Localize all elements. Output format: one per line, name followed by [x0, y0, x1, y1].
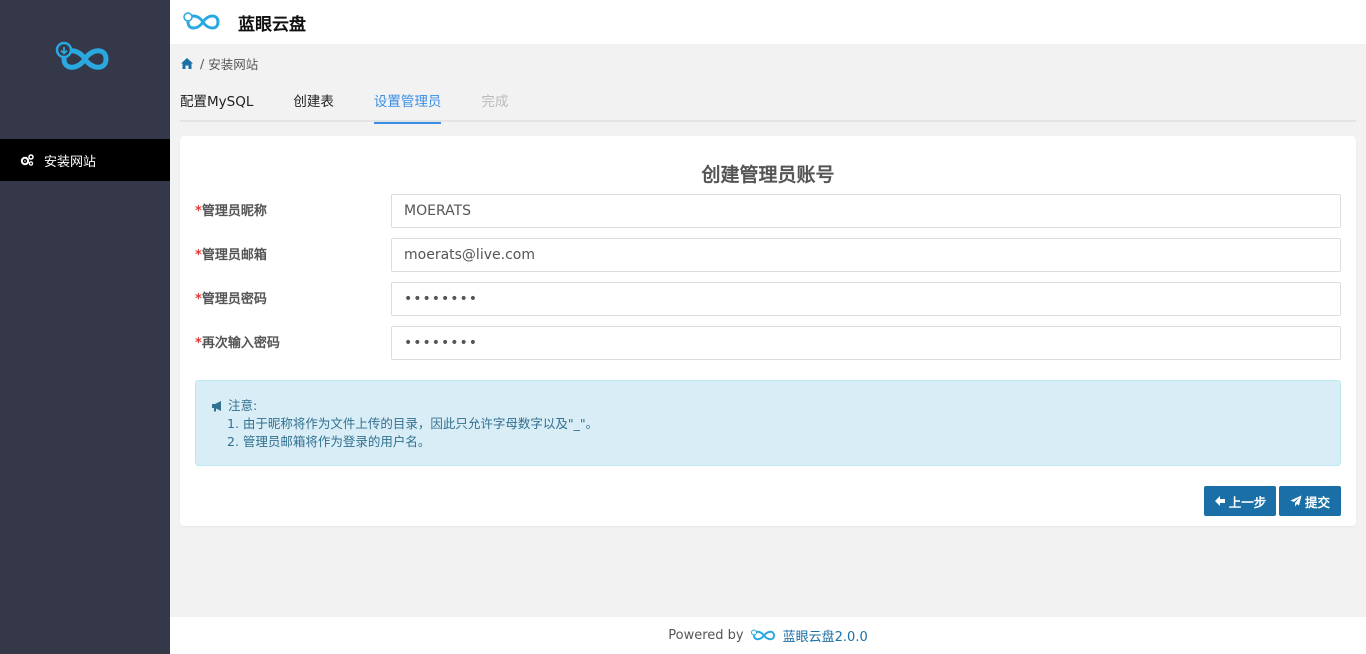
required-mark: *	[195, 292, 202, 307]
required-mark: *	[195, 204, 202, 219]
tab-config-mysql[interactable]: 配置MySQL	[180, 86, 253, 122]
submit-label: 提交	[1304, 494, 1330, 510]
notice-box: 注意: 1. 由于昵称将作为文件上传的目录，因此只允许字母数字以及"_"。 2.…	[195, 380, 1341, 466]
prev-step-label: 上一步	[1228, 494, 1267, 510]
prev-step-button[interactable]: 上一步	[1204, 486, 1276, 516]
form-title: 创建管理员账号	[701, 164, 835, 186]
megaphone-icon	[212, 401, 221, 412]
form-row-nickname: *管理员昵称	[195, 194, 1341, 228]
admin-form-card: 创建管理员账号 *管理员昵称 *管理员邮箱 *管理员密码 *再次输入密码 注意:…	[180, 136, 1356, 526]
email-input[interactable]	[391, 238, 1341, 272]
logo-icon	[55, 41, 109, 70]
nickname-label-text: 管理员昵称	[201, 204, 267, 219]
notice-heading-text: 注意:	[228, 398, 258, 413]
app-title: 蓝眼云盘	[238, 14, 306, 35]
form-row-password: *管理员密码	[195, 282, 1341, 316]
required-mark: *	[195, 336, 202, 351]
tab-create-tables[interactable]: 创建表	[293, 86, 334, 122]
tab-finish[interactable]: 完成	[481, 86, 508, 122]
password-label-text: 管理员密码	[201, 292, 267, 307]
home-icon[interactable]	[180, 57, 194, 70]
breadcrumb: / 安装网站	[180, 54, 258, 72]
tab-set-admin[interactable]: 设置管理员	[373, 86, 441, 124]
powered-by-text: Powered by	[668, 628, 744, 643]
arrow-left-icon	[1214, 495, 1226, 507]
email-label: *管理员邮箱	[195, 244, 267, 263]
password-input[interactable]	[391, 282, 1341, 316]
footer: Powered by 蓝眼云盘2.0.0	[170, 617, 1366, 654]
confirm-password-label: *再次输入密码	[195, 332, 280, 351]
footer-brand-link[interactable]: 蓝眼云盘2.0.0	[783, 626, 868, 645]
brand-logo-icon	[183, 12, 220, 30]
nickname-input[interactable]	[391, 194, 1341, 228]
notice-line-2: 2. 管理员邮箱将作为登录的用户名。	[227, 434, 431, 449]
required-mark: *	[195, 248, 202, 263]
paper-plane-icon	[1290, 495, 1302, 507]
nickname-label: *管理员昵称	[195, 200, 267, 219]
footer-logo-icon	[750, 629, 775, 641]
sidebar-item-install[interactable]: 安装网站	[0, 139, 170, 181]
sidebar-item-label: 安装网站	[44, 154, 97, 170]
header: 蓝眼云盘	[170, 0, 1366, 44]
step-tabs: 配置MySQL 创建表 设置管理员 完成	[180, 86, 1356, 124]
notice-heading: 注意:	[211, 397, 1325, 415]
breadcrumb-current: 安装网站	[208, 56, 259, 72]
breadcrumb-separator: /	[200, 55, 205, 71]
confirm-password-label-text: 再次输入密码	[201, 336, 280, 351]
submit-button[interactable]: 提交	[1279, 486, 1341, 516]
password-label: *管理员密码	[195, 288, 267, 307]
form-row-email: *管理员邮箱	[195, 238, 1341, 272]
form-row-confirm-password: *再次输入密码	[195, 326, 1341, 360]
notice-line-1: 1. 由于昵称将作为文件上传的目录，因此只允许字母数字以及"_"。	[227, 416, 599, 431]
gears-icon	[20, 153, 36, 167]
sidebar: 安装网站	[0, 0, 170, 654]
email-label-text: 管理员邮箱	[201, 248, 267, 263]
confirm-password-input[interactable]	[391, 326, 1341, 360]
